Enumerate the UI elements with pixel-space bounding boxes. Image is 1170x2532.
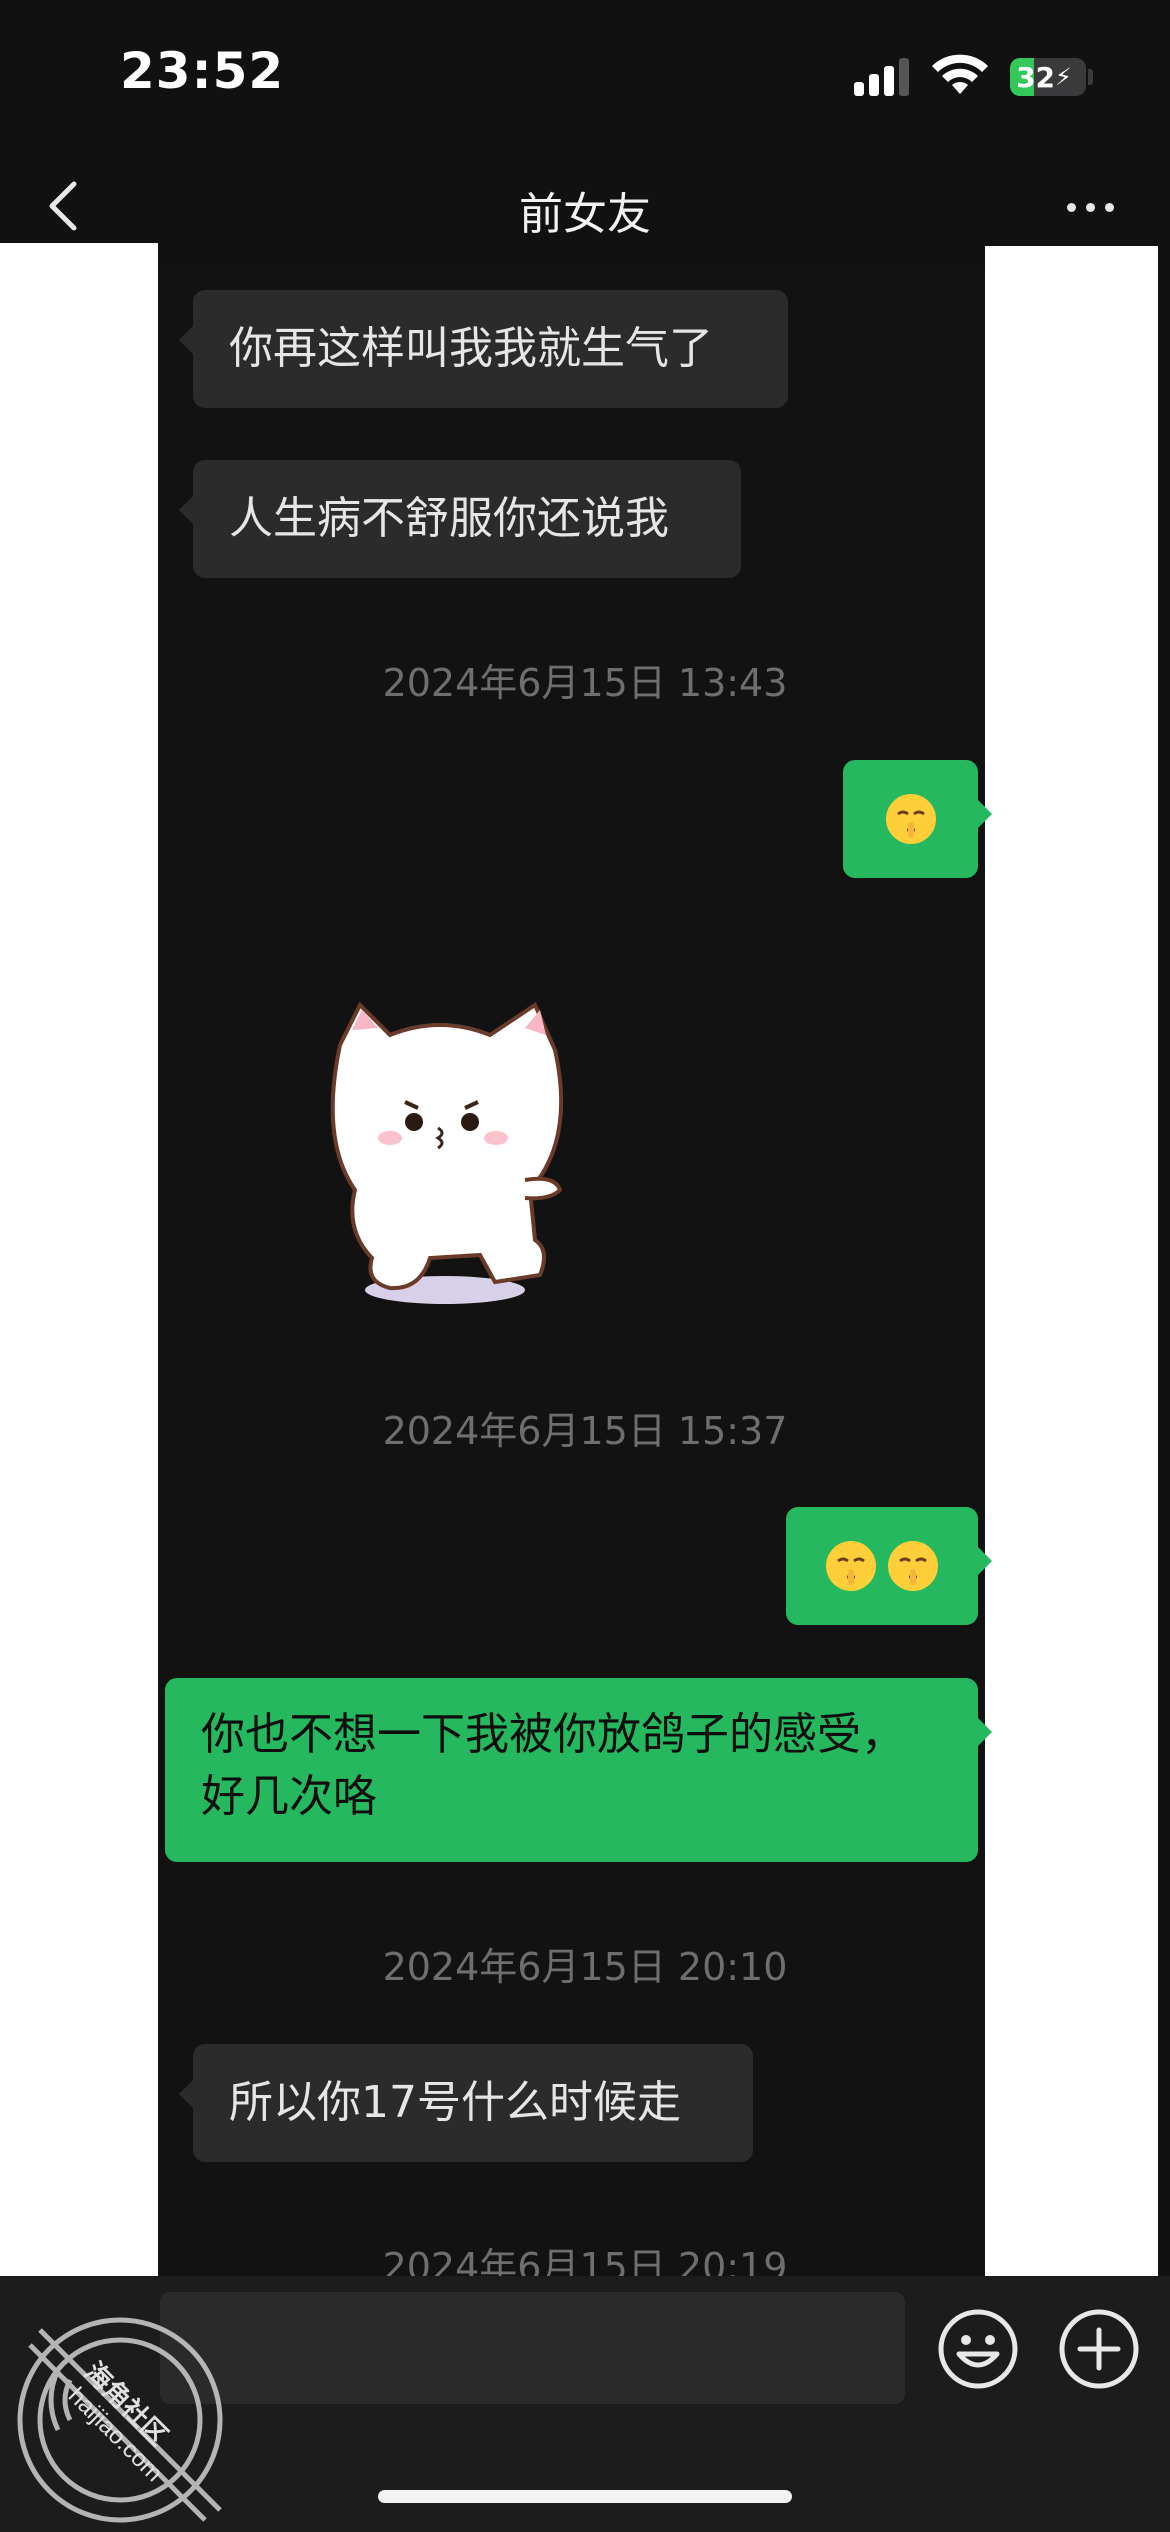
left-white-panel: [0, 243, 158, 2278]
message-bubble-incoming[interactable]: 所以你17号什么时候走: [179, 2044, 753, 2162]
message-text-line: 好几次咯: [201, 1771, 377, 1822]
more-options-icon[interactable]: [1050, 190, 1130, 224]
message-text: 你再这样叫我我就生气了: [229, 323, 713, 374]
message-bubble-outgoing[interactable]: 你也不想一下我被你放鸽子的感受， 好几次咯: [165, 1678, 992, 1862]
shushing-face-icon: [888, 1541, 938, 1591]
message-timestamp: 2024年6月15日 15:37: [382, 1409, 788, 1453]
message-text: 所以你17号什么时候走: [229, 2077, 681, 2128]
message-timestamp: 2024年6月15日 13:43: [382, 661, 788, 705]
message-bubble-outgoing[interactable]: [786, 1507, 992, 1625]
status-time: 23:52: [120, 42, 285, 100]
battery-nub: [1088, 69, 1093, 85]
watermark-logo: 海角社区 haijiao.com: [17, 2317, 223, 2523]
message-bubble-outgoing[interactable]: [843, 760, 992, 878]
back-chevron-icon[interactable]: [40, 176, 90, 236]
message-bubble-incoming[interactable]: 你再这样叫我我就生气了: [179, 290, 788, 408]
chat-title: 前女友: [519, 189, 651, 240]
message-text-line: 你也不想一下我被你放鸽子的感受，: [201, 1709, 905, 1760]
wifi-icon: [932, 54, 988, 94]
plus-icon[interactable]: [1058, 2308, 1140, 2390]
shushing-face-icon: [885, 794, 936, 844]
cellular-signal-icon: [854, 58, 910, 96]
battery-percent: 32: [1016, 60, 1056, 94]
message-text: 人生病不舒服你还说我: [229, 493, 669, 544]
shushing-face-icon: [826, 1541, 876, 1591]
right-white-panel: [985, 246, 1158, 2281]
message-bubble-incoming[interactable]: 人生病不舒服你还说我: [179, 460, 741, 578]
white-cat-sticker[interactable]: [310, 990, 570, 1310]
message-input[interactable]: [160, 2292, 905, 2404]
home-indicator[interactable]: [378, 2490, 792, 2503]
message-timestamp: 2024年6月15日 20:10: [382, 1945, 788, 1989]
emoji-face-icon[interactable]: [937, 2308, 1019, 2390]
battery-icon: 32 ⚡: [1010, 58, 1086, 96]
